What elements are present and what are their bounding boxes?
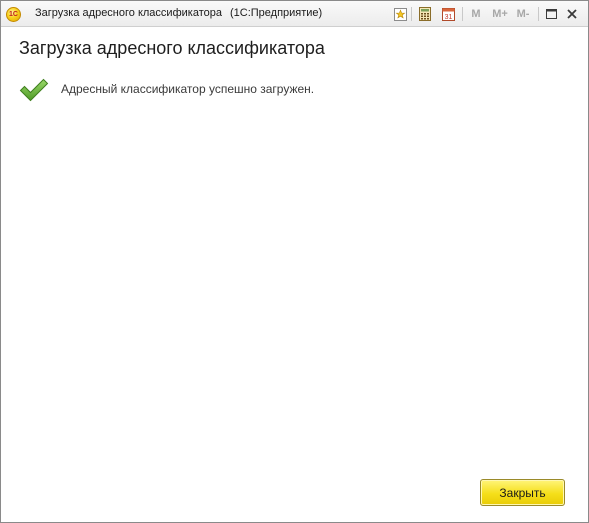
calendar-day-text: 31: [444, 14, 452, 21]
close-window-icon[interactable]: [565, 6, 579, 22]
window-app-name: (1С:Предприятие): [229, 7, 323, 19]
dialog-window: 1C Загрузка адресного классификатора (1С:…: [0, 0, 589, 523]
favorites-star-icon[interactable]: [393, 6, 407, 22]
status-message: Адресный классификатор успешно загружен.: [61, 82, 315, 96]
maximize-icon[interactable]: [544, 6, 558, 22]
memory-m-minus-button[interactable]: M-: [514, 6, 532, 22]
app-logo-icon[interactable]: 1C: [6, 7, 21, 22]
window-title: Загрузка адресного классификатора (1С:Пре…: [35, 7, 322, 19]
window-title-text: Загрузка адресного классификатора: [35, 7, 222, 19]
close-button[interactable]: Закрыть: [480, 479, 565, 506]
calendar-icon[interactable]: 31: [441, 6, 455, 22]
toolbar-separator: [538, 7, 539, 21]
calculator-icon[interactable]: [418, 6, 432, 22]
toolbar-separator: [462, 7, 463, 21]
form-title: Загрузка адресного классификатора: [19, 38, 325, 58]
memory-m-plus-button[interactable]: M+: [491, 6, 509, 22]
title-bar: 1C Загрузка адресного классификатора (1С:…: [1, 1, 588, 27]
success-check-icon: [19, 78, 49, 102]
toolbar-separator: [411, 7, 412, 21]
memory-m-button[interactable]: M: [470, 6, 482, 22]
